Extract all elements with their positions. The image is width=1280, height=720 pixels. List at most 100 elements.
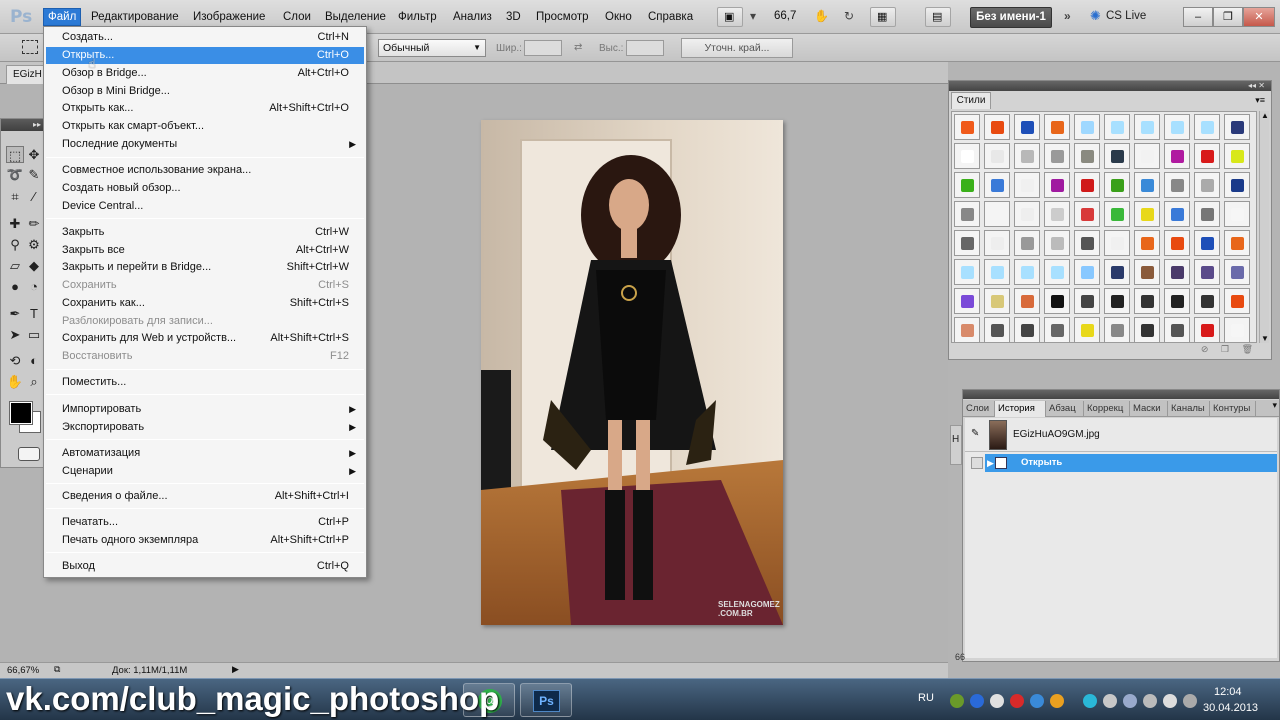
hand-tool-icon[interactable]: ✋ <box>6 373 24 390</box>
shape-tool-icon[interactable]: ▭ <box>25 326 43 343</box>
style-swatch[interactable] <box>1044 172 1070 198</box>
tools-header[interactable]: ▸▸ <box>1 119 45 131</box>
tray-icon-4[interactable] <box>1010 694 1024 708</box>
scroll-up-icon[interactable]: ▲ <box>1261 111 1269 120</box>
menu-item-open-smart-object[interactable]: Открыть как смарт-объект... <box>46 118 364 135</box>
style-swatch[interactable] <box>1014 230 1040 256</box>
zoom-value[interactable]: 66,7 <box>774 10 796 22</box>
style-swatch[interactable] <box>1194 143 1220 169</box>
style-swatch[interactable] <box>1164 114 1190 140</box>
menu-item-automate[interactable]: Автоматизация ▶ <box>46 445 364 462</box>
style-swatch[interactable] <box>1134 230 1160 256</box>
style-swatch[interactable] <box>1044 230 1070 256</box>
style-swatch[interactable] <box>1104 172 1130 198</box>
style-swatch[interactable] <box>1194 317 1220 342</box>
menu-item-file-info[interactable]: Сведения о файле... Alt+Shift+Ctrl+I <box>46 488 364 505</box>
style-swatch[interactable] <box>1074 201 1100 227</box>
clone-stamp-icon[interactable]: ⚲ <box>6 236 24 253</box>
style-swatch[interactable] <box>1014 288 1040 314</box>
delete-style-icon[interactable]: 🗑 <box>1242 344 1253 354</box>
style-swatch[interactable] <box>1224 288 1250 314</box>
refine-edge-button[interactable]: Уточн. край... <box>681 38 793 58</box>
menu-item-close-go-bridge[interactable]: Закрыть и перейти в Bridge... Shift+Ctrl+… <box>46 259 364 276</box>
history-state-row[interactable]: ▶ Открыть <box>985 454 1277 472</box>
menu-view[interactable]: Просмотр <box>532 9 593 25</box>
language-indicator[interactable]: RU <box>918 692 934 704</box>
menu-item-browse-mini-bridge[interactable]: Обзор в Mini Bridge... <box>46 83 364 100</box>
restore-button[interactable]: ❐ <box>1213 7 1243 27</box>
style-swatch[interactable] <box>984 230 1010 256</box>
workspace-button[interactable]: Без имени-1 <box>970 7 1052 28</box>
menu-item-share-screen[interactable]: Совместное использование экрана... <box>46 162 364 179</box>
style-swatch[interactable] <box>954 317 980 342</box>
tab-paths[interactable]: Контуры <box>1210 401 1256 417</box>
style-swatch[interactable] <box>1104 259 1130 285</box>
history-snapshot-row[interactable]: ✎ EGizHuAO9GM.jpg <box>965 418 1277 452</box>
style-swatch[interactable] <box>1074 317 1100 342</box>
blur-tool-icon[interactable]: ● <box>6 278 24 295</box>
brush-tool-icon[interactable]: ✏ <box>25 215 43 232</box>
cs-live-label[interactable]: CS Live <box>1106 10 1146 22</box>
styles-panel-header[interactable]: ◂◂ ✕ <box>949 81 1271 91</box>
menu-item-new-review[interactable]: Создать новый обзор... <box>46 180 364 197</box>
menu-analysis[interactable]: Анализ <box>449 9 496 25</box>
tray-icon-1[interactable] <box>950 694 964 708</box>
pen-tool-icon[interactable]: ✒ <box>6 305 24 322</box>
style-swatch[interactable] <box>1224 259 1250 285</box>
clock-time[interactable]: 12:04 <box>1214 686 1242 698</box>
style-swatch[interactable] <box>1224 114 1250 140</box>
style-swatch[interactable] <box>1074 114 1100 140</box>
style-swatch[interactable] <box>954 288 980 314</box>
extras-button[interactable]: ▤ <box>925 7 951 27</box>
menu-filter[interactable]: Фильтр <box>394 9 441 25</box>
style-swatch[interactable] <box>984 201 1010 227</box>
move-tool-icon[interactable]: ✥ <box>25 146 43 163</box>
status-export-icon[interactable]: ⧉ <box>54 664 60 675</box>
style-swatch[interactable] <box>1044 143 1070 169</box>
menu-help[interactable]: Справка <box>644 9 697 25</box>
style-swatch[interactable] <box>1014 317 1040 342</box>
style-swatch[interactable] <box>1074 259 1100 285</box>
style-swatch[interactable] <box>1164 259 1190 285</box>
style-swatch[interactable] <box>1194 201 1220 227</box>
style-swatch[interactable] <box>1224 172 1250 198</box>
tray-icon-9[interactable] <box>1123 694 1137 708</box>
quick-select-icon[interactable]: ✎ <box>25 166 43 183</box>
style-swatch[interactable] <box>1224 143 1250 169</box>
menu-edit[interactable]: Редактирование <box>87 9 183 25</box>
history-panel-header[interactable] <box>963 390 1279 399</box>
crop-tool-icon[interactable]: ⌗ <box>6 188 24 205</box>
tray-icon-2[interactable] <box>970 694 984 708</box>
style-swatch[interactable] <box>1134 143 1160 169</box>
style-swatch[interactable] <box>1194 259 1220 285</box>
style-swatch[interactable] <box>1044 201 1070 227</box>
style-swatch[interactable] <box>1044 259 1070 285</box>
menu-item-print[interactable]: Печатать... Ctrl+P <box>46 514 364 531</box>
menu-select[interactable]: Выделение <box>321 9 390 25</box>
width-field[interactable] <box>524 40 562 56</box>
style-swatch[interactable] <box>1194 288 1220 314</box>
hand-view-icon[interactable]: ✋ <box>814 9 829 23</box>
style-swatch[interactable] <box>1104 288 1130 314</box>
lasso-tool-icon[interactable]: ➰ <box>6 166 24 183</box>
style-swatch[interactable] <box>1134 172 1160 198</box>
menu-item-import[interactable]: Импортировать ▶ <box>46 401 364 418</box>
history-brush-source-icon[interactable]: ✎ <box>971 428 979 439</box>
style-swatch[interactable] <box>984 317 1010 342</box>
quick-mask-button[interactable] <box>18 447 40 461</box>
style-swatch[interactable] <box>1104 230 1130 256</box>
panel-menu-icon[interactable]: ▾ <box>1272 400 1277 411</box>
menu-item-close[interactable]: Закрыть Ctrl+W <box>46 224 364 241</box>
style-swatch[interactable] <box>1134 201 1160 227</box>
menu-item-open-as[interactable]: Открыть как... Alt+Shift+Ctrl+O <box>46 100 364 117</box>
tab-masks[interactable]: Маски <box>1130 401 1168 417</box>
style-swatch[interactable] <box>1074 172 1100 198</box>
style-swatch[interactable] <box>984 114 1010 140</box>
style-swatch[interactable] <box>1104 201 1130 227</box>
style-swatch[interactable] <box>1164 172 1190 198</box>
network-icon[interactable] <box>1183 694 1197 708</box>
menu-item-device-central[interactable]: Device Central... <box>46 198 364 215</box>
tray-icon-3[interactable] <box>990 694 1004 708</box>
style-swatch[interactable] <box>1134 288 1160 314</box>
tab-history[interactable]: История <box>995 401 1046 417</box>
